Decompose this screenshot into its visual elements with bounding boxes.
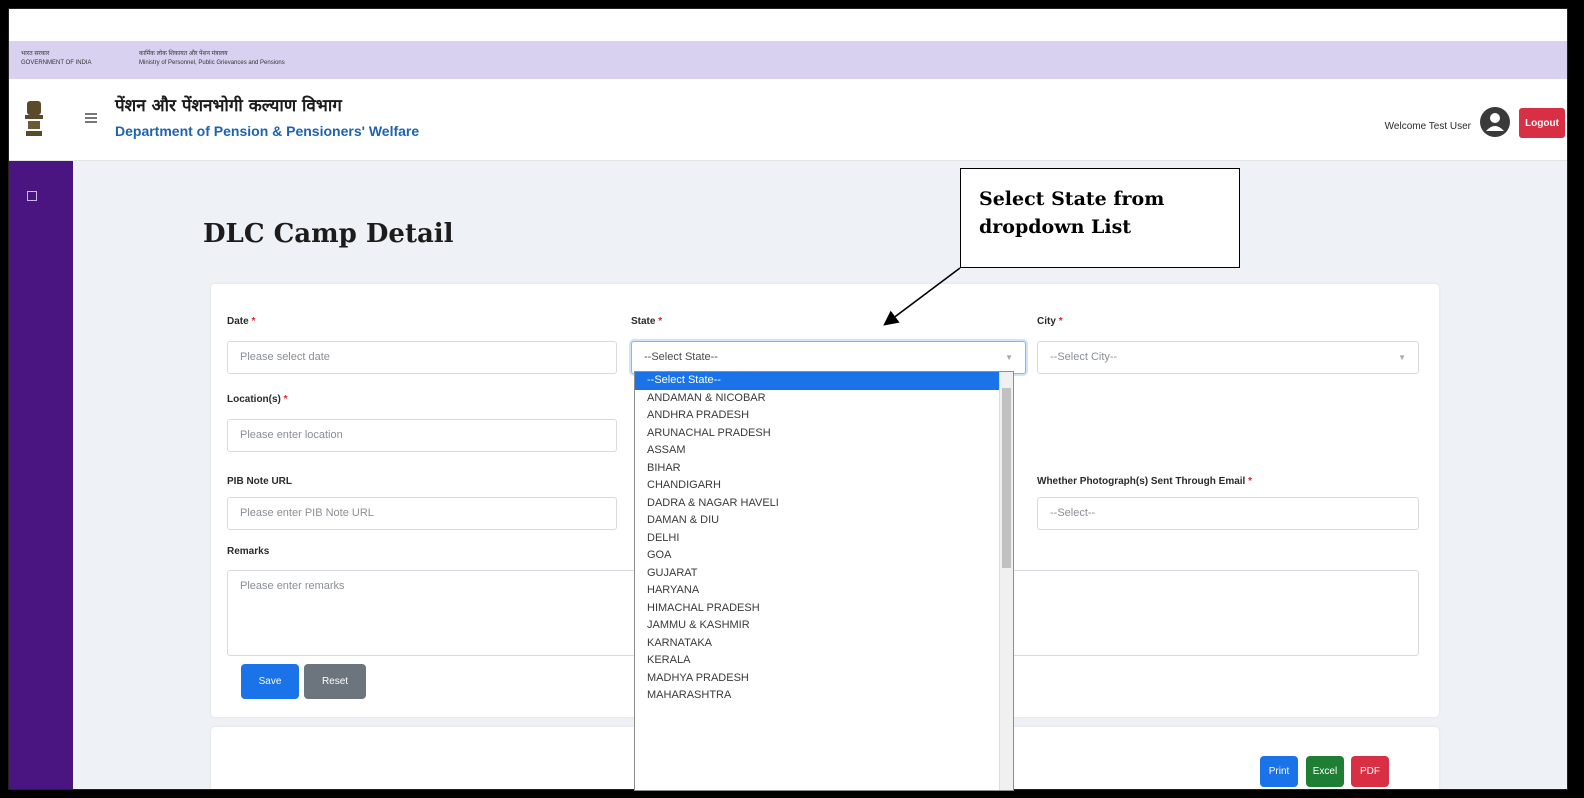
state-option[interactable]: BIHAR <box>635 460 1013 478</box>
callout-line-1: Select State from <box>979 188 1165 210</box>
state-option[interactable]: ARUNACHAL PRADESH <box>635 425 1013 443</box>
state-option[interactable]: MADHYA PRADESH <box>635 670 1013 688</box>
city-select-value: --Select City-- <box>1050 351 1118 363</box>
state-option[interactable]: DADRA & NAGAR HAVELI <box>635 495 1013 513</box>
state-option[interactable]: DELHI <box>635 530 1013 548</box>
ministry-text: कार्मिक लोक शिकायत और पेंशन मंत्रालय Min… <box>139 50 285 68</box>
remarks-label: Remarks <box>227 546 270 557</box>
state-select[interactable]: --Select State-- ▼ <box>631 341 1026 374</box>
pdf-button[interactable]: PDF <box>1351 756 1389 787</box>
chevron-down-icon: ▼ <box>1398 353 1406 362</box>
department-title-hindi: पेंशन और पेंशनभोगी कल्याण विभाग <box>115 96 342 116</box>
gov-of-india-text: भारत सरकार GOVERNMENT OF INDIA <box>21 50 92 68</box>
state-option[interactable]: KERALA <box>635 652 1013 670</box>
chevron-down-icon: ▼ <box>1005 353 1013 362</box>
print-button[interactable]: Print <box>1260 756 1298 787</box>
state-label: State * <box>631 316 663 327</box>
government-strip: भारत सरकार GOVERNMENT OF INDIA कार्मिक ल… <box>9 41 1567 79</box>
ministry-hindi-text: कार्मिक लोक शिकायत और पेंशन मंत्रालय <box>139 51 228 57</box>
instruction-callout: Select State from dropdown List <box>960 168 1240 268</box>
sidebar <box>9 161 73 789</box>
state-option[interactable]: HARYANA <box>635 582 1013 600</box>
department-title-english: Department of Pension & Pensioners' Welf… <box>115 123 420 139</box>
date-input[interactable]: Please select date <box>227 341 617 374</box>
state-option[interactable]: CHANDIGARH <box>635 477 1013 495</box>
pib-note-label: PIB Note URL <box>227 476 292 487</box>
welcome-text: Welcome Test User <box>1384 121 1471 132</box>
pib-note-input[interactable]: Please enter PIB Note URL <box>227 497 617 530</box>
state-option[interactable]: --Select State-- <box>635 372 1013 390</box>
state-option[interactable]: GUJARAT <box>635 565 1013 583</box>
excel-button[interactable]: Excel <box>1306 756 1344 787</box>
city-select[interactable]: --Select City-- ▼ <box>1037 341 1419 374</box>
gov-hindi-text: भारत सरकार <box>21 51 50 57</box>
state-option[interactable]: MAHARASHTRA <box>635 687 1013 705</box>
photograph-select-value: --Select-- <box>1050 507 1096 519</box>
state-dropdown-list[interactable]: --Select State-- ANDAMAN & NICOBAR ANDHRA … <box>634 371 1014 791</box>
ministry-english-text: Ministry of Personnel, Public Grievances… <box>139 60 285 66</box>
state-option[interactable]: KARNATAKA <box>635 635 1013 653</box>
logout-button[interactable]: Logout <box>1519 108 1565 138</box>
state-option[interactable]: JAMMU & KASHMIR <box>635 617 1013 635</box>
state-option[interactable]: DAMAN & DIU <box>635 512 1013 530</box>
state-option[interactable]: HIMACHAL PRADESH <box>635 600 1013 618</box>
scrollbar-thumb[interactable] <box>1002 388 1011 568</box>
site-header: पेंशन और पेंशनभोगी कल्याण विभाग Departme… <box>9 79 1567 161</box>
date-label: Date * <box>227 316 256 327</box>
page-title: DLC Camp Detail <box>203 219 454 249</box>
dropdown-scrollbar[interactable] <box>999 372 1013 790</box>
city-label: City * <box>1037 316 1063 327</box>
state-option[interactable]: ANDAMAN & NICOBAR <box>635 390 1013 408</box>
photograph-select[interactable]: --Select-- <box>1037 497 1419 530</box>
edit-icon[interactable] <box>27 191 37 201</box>
user-avatar-icon[interactable] <box>1479 106 1511 138</box>
state-select-value: --Select State-- <box>644 351 718 363</box>
state-option[interactable]: ANDHRA PRADESH <box>635 407 1013 425</box>
location-input[interactable]: Please enter location <box>227 419 617 452</box>
national-emblem-icon <box>25 101 43 136</box>
menu-toggle-icon[interactable] <box>85 113 97 123</box>
reset-button[interactable]: Reset <box>304 664 366 699</box>
gov-english-text: GOVERNMENT OF INDIA <box>21 60 92 66</box>
callout-line-2: dropdown List <box>979 216 1132 238</box>
location-label: Location(s) * <box>227 394 288 405</box>
state-option[interactable]: ASSAM <box>635 442 1013 460</box>
save-button[interactable]: Save <box>241 664 299 699</box>
state-options: --Select State-- ANDAMAN & NICOBAR ANDHRA … <box>635 372 1013 705</box>
state-option[interactable]: GOA <box>635 547 1013 565</box>
photograph-label: Whether Photograph(s) Sent Through Email… <box>1037 476 1253 487</box>
